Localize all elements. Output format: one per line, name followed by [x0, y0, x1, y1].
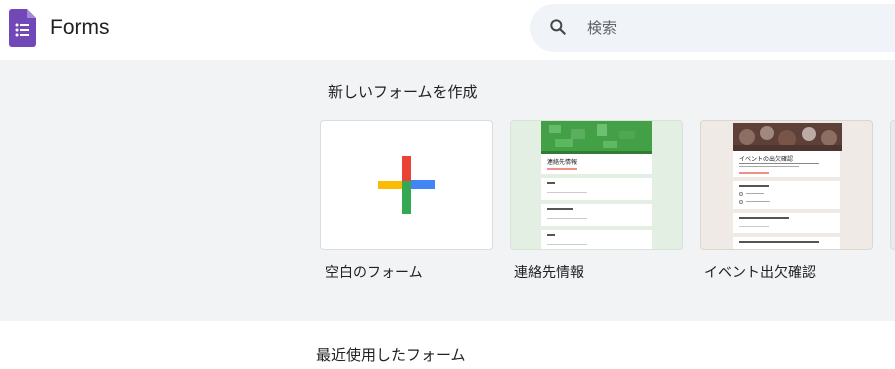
template-question: [541, 230, 652, 249]
template-question: [733, 181, 840, 209]
app-title[interactable]: Forms: [50, 16, 110, 40]
event-template-label[interactable]: イベント出欠確認: [704, 262, 816, 282]
google-forms-icon[interactable]: [9, 9, 36, 47]
template-question: [541, 204, 652, 226]
recent-forms-title: 最近使用したフォーム: [316, 346, 466, 364]
template-header-pattern: [549, 124, 635, 148]
template-form-header: イベントの出欠確認: [733, 151, 840, 177]
template-question: [733, 237, 840, 249]
next-template-card[interactable]: [890, 120, 895, 250]
template-question: [541, 178, 652, 200]
template-question: [733, 213, 840, 233]
plus-icon: [378, 156, 435, 214]
contact-template-label[interactable]: 連絡先情報: [514, 262, 584, 282]
required-note: [547, 168, 577, 170]
contact-template-card[interactable]: 連絡先情報: [510, 120, 683, 250]
blank-form-label[interactable]: 空白のフォーム: [325, 262, 423, 282]
search-bar[interactable]: [530, 4, 895, 52]
search-icon[interactable]: [548, 17, 568, 37]
template-header-photo: [733, 123, 842, 151]
template-form-header: 連絡先情報: [541, 154, 652, 174]
template-header-image: [733, 123, 842, 151]
template-section-title: 新しいフォームを作成: [328, 83, 478, 101]
event-template-card[interactable]: イベントの出欠確認: [700, 120, 873, 250]
search-input[interactable]: 検索: [587, 17, 617, 38]
template-form-title: イベントの出欠確認: [739, 156, 794, 163]
template-header-image: [541, 121, 652, 151]
template-form-title: 連絡先情報: [547, 159, 578, 166]
blank-form-card[interactable]: [320, 120, 493, 250]
